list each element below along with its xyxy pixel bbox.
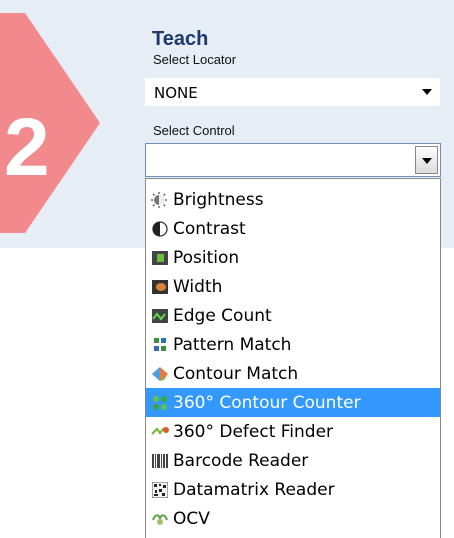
step-badge: 2 [0,13,100,233]
position-icon [150,250,170,266]
option-label: Datamatrix Reader [173,479,335,500]
step-arrow-shape: 2 [0,13,100,233]
option-contour-match[interactable]: Contour Match [146,359,440,388]
chevron-down-icon [422,158,432,164]
option-label: Pattern Match [173,334,292,355]
option-datamatrix-reader[interactable]: Datamatrix Reader [146,475,440,504]
option-label: Edge Count [173,305,272,326]
step-number: 2 [4,102,50,193]
option-position[interactable]: Position [146,243,440,272]
option-label: Position [173,247,240,268]
option-label: Contrast [173,218,246,239]
control-label: Select Control [153,123,235,138]
defect-finder-icon [150,424,170,440]
locator-select[interactable]: NONE [145,78,440,106]
contour-match-icon [150,366,170,382]
control-select[interactable] [145,143,441,177]
option-label: OCV [173,508,210,529]
option-label: Contour Match [173,363,299,384]
locator-label: Select Locator [153,52,237,67]
option-label: 360° Defect Finder [173,421,334,442]
locator-value: NONE [154,84,198,102]
option-label: Width [173,276,223,297]
pattern-match-icon [150,337,170,353]
contrast-icon [150,220,170,237]
ocv-icon [150,511,170,527]
option-brightness[interactable]: Brightness [146,185,440,214]
edge-count-icon [150,308,170,324]
barcode-icon [150,453,170,469]
option-width[interactable]: Width [146,272,440,301]
datamatrix-icon [150,481,170,498]
option-defect-finder[interactable]: 360° Defect Finder [146,417,440,446]
option-pattern-match[interactable]: Pattern Match [146,330,440,359]
option-label: Barcode Reader [173,450,309,471]
option-label: Brightness [173,189,264,210]
option-ocv[interactable]: OCV [146,504,440,533]
option-contrast[interactable]: Contrast [146,214,440,243]
page-title: Teach [152,28,209,50]
control-dropdown-list: Brightness Contrast Position Width Edge … [145,178,441,538]
option-contour-counter[interactable]: 360° Contour Counter [146,388,440,417]
option-barcode-reader[interactable]: Barcode Reader [146,446,440,475]
dropdown-button[interactable] [415,146,438,174]
option-label: 360° Contour Counter [173,392,361,413]
brightness-icon [150,191,170,208]
width-icon [150,279,170,295]
chevron-down-icon [422,89,432,95]
contour-counter-icon [150,395,170,411]
option-edge-count[interactable]: Edge Count [146,301,440,330]
